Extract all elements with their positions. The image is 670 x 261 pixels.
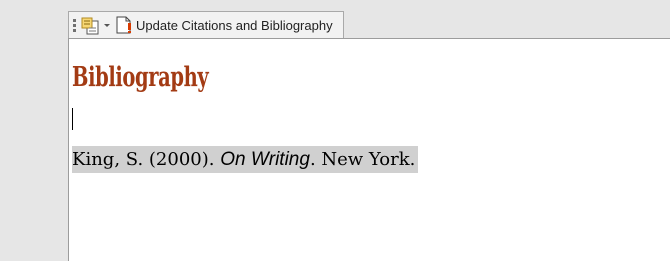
entry-author-year: King, S. (2000).	[72, 149, 221, 170]
entry-title: On Writing	[220, 149, 310, 170]
citation-source-icon	[81, 17, 99, 35]
drag-handle-icon[interactable]	[73, 18, 77, 32]
entry-publisher: . New York.	[309, 149, 416, 170]
bibliography-entry[interactable]: King, S. (2000). On Writing. New York.	[72, 146, 419, 173]
bibliography-heading[interactable]: Bibliography	[72, 62, 209, 93]
update-citations-button[interactable]: Update Citations and Bibliography	[115, 14, 337, 36]
chevron-down-icon	[104, 24, 110, 27]
text-cursor	[72, 108, 73, 130]
bibliography-field-toolbar: Update Citations and Bibliography	[68, 11, 344, 38]
bibliography-options-button[interactable]	[81, 14, 115, 36]
update-document-icon	[116, 16, 131, 34]
update-citations-label: Update Citations and Bibliography	[136, 17, 333, 33]
